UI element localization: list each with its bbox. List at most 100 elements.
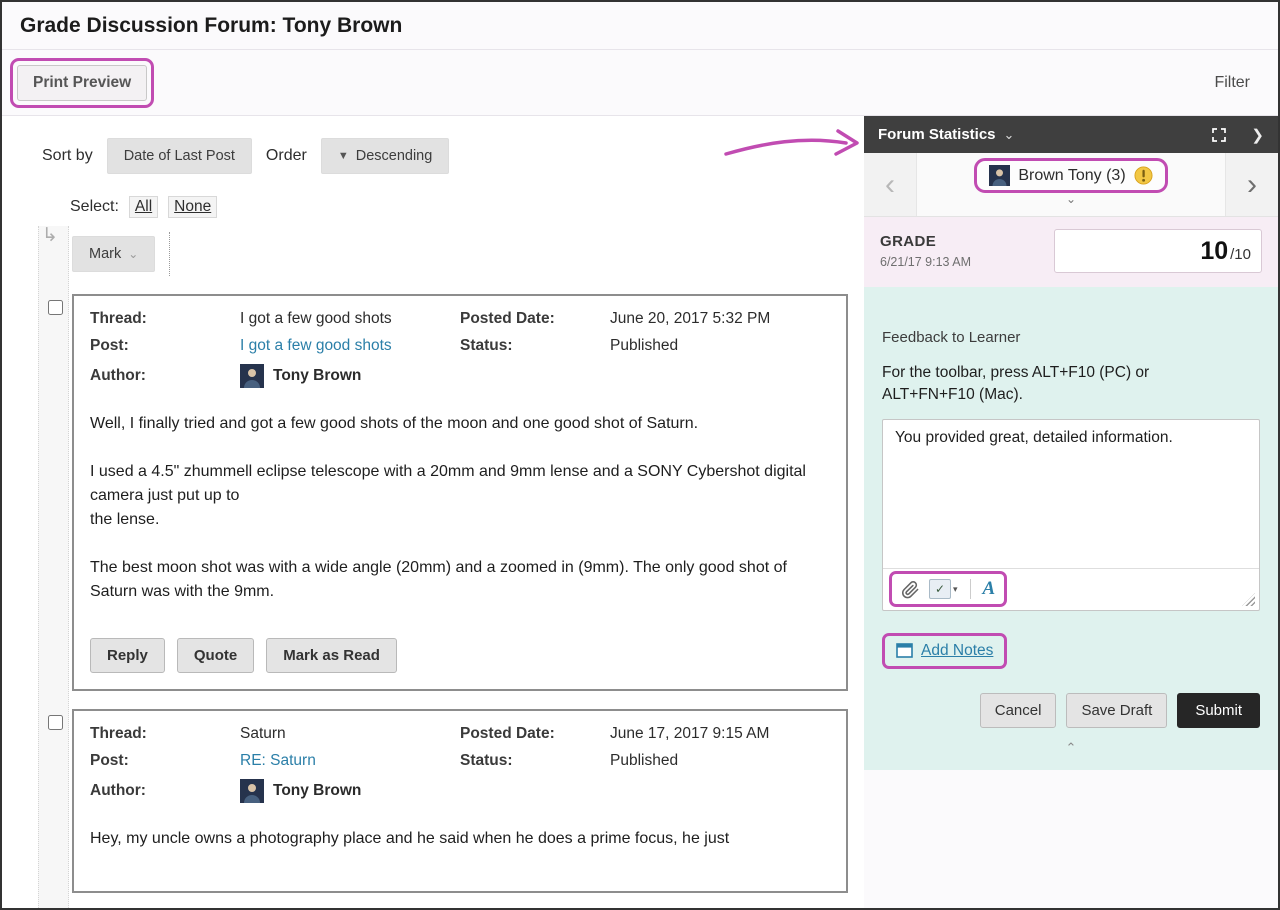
post-select-cell [38, 709, 72, 893]
editor-toolbar: ✓ ▾ A [883, 568, 1259, 610]
page-header: Grade Discussion Forum: Tony Brown [2, 2, 1278, 50]
order-label: Order [266, 147, 307, 165]
post-meta: Thread: I got a few good shots Posted Da… [90, 310, 830, 388]
post-title-link[interactable]: RE: Saturn [240, 752, 460, 770]
author-label: Author: [90, 782, 240, 800]
student-annotation: Brown Tony (3) [974, 158, 1167, 193]
select-all-link[interactable]: All [129, 196, 158, 218]
post-row: Thread: I got a few good shots Posted Da… [38, 294, 864, 691]
avatar [989, 165, 1010, 186]
filter-link[interactable]: Filter [1214, 74, 1250, 92]
post-card: Thread: I got a few good shots Posted Da… [72, 294, 848, 691]
main-content: Sort by Date of Last Post Order ▼ Descen… [2, 116, 1278, 908]
student-name[interactable]: Brown Tony (3) [1018, 167, 1125, 185]
feedback-editor-container: You provided great, detailed information… [882, 419, 1260, 611]
sort-bar: Sort by Date of Last Post Order ▼ Descen… [38, 138, 864, 174]
thread-value: I got a few good shots [240, 310, 460, 328]
sort-by-button[interactable]: Date of Last Post [107, 138, 252, 174]
student-dropdown-icon[interactable]: ⌄ [1066, 194, 1076, 204]
post-paragraph: The best moon shot was with a wide angle… [90, 556, 830, 604]
post-card: Thread: Saturn Posted Date: June 17, 201… [72, 709, 848, 893]
descending-caret-icon: ▼ [338, 150, 349, 162]
feedback-editor[interactable]: You provided great, detailed information… [883, 420, 1259, 568]
posted-date-label: Posted Date: [460, 725, 610, 743]
save-draft-button[interactable]: Save Draft [1066, 693, 1167, 728]
posted-date-value: June 17, 2017 9:15 AM [610, 725, 830, 743]
post-label: Post: [90, 337, 240, 355]
page: Grade Discussion Forum: Tony Brown Print… [0, 0, 1280, 910]
status-value: Published [610, 752, 830, 770]
select-label: Select: [70, 198, 119, 216]
post-meta: Thread: Saturn Posted Date: June 17, 201… [90, 725, 830, 803]
grade-max: /10 [1230, 246, 1251, 263]
reply-button[interactable]: Reply [90, 638, 165, 673]
post-row: Thread: Saturn Posted Date: June 17, 201… [38, 709, 864, 893]
grade-input[interactable]: 10 /10 [1054, 229, 1262, 273]
feedback-section: Feedback to Learner For the toolbar, pre… [864, 287, 1278, 770]
post-actions: Reply Quote Mark as Read [90, 638, 830, 673]
forum-content: Sort by Date of Last Post Order ▼ Descen… [2, 116, 864, 908]
action-bar: Print Preview Filter [2, 50, 1278, 116]
chevron-down-icon: ⌄ [128, 247, 138, 261]
feedback-label: Feedback to Learner [882, 329, 1260, 346]
chevron-down-icon[interactable]: ⌄ [1004, 127, 1015, 143]
add-notes-link[interactable]: Add Notes [921, 642, 993, 660]
needs-grading-icon [1134, 166, 1153, 185]
student-navigation: ‹ Brown Tony (3) [864, 153, 1278, 217]
mark-as-read-button[interactable]: Mark as Read [266, 638, 397, 673]
post-label: Post: [90, 752, 240, 770]
note-icon [896, 643, 913, 658]
grading-panel: Forum Statistics ⌄ ❯ ‹ Bro [864, 116, 1278, 908]
collapse-section-icon[interactable]: ⌃ [882, 740, 1260, 756]
post-paragraph: Hey, my uncle owns a photography place a… [90, 827, 830, 851]
text-style-icon[interactable]: A [983, 578, 996, 600]
mark-button[interactable]: Mark ⌄ [72, 236, 155, 272]
previous-student-icon[interactable]: ‹ [864, 153, 916, 216]
dotted-divider [169, 232, 170, 276]
grade-value: 10 [1200, 230, 1228, 272]
panel-title: Forum Statistics [878, 126, 996, 143]
post-title-link[interactable]: I got a few good shots [240, 337, 460, 355]
mark-row: ↳ Mark ⌄ [38, 232, 864, 276]
post-checkbox[interactable] [48, 300, 63, 315]
status-label: Status: [460, 752, 610, 770]
quote-button[interactable]: Quote [177, 638, 254, 673]
print-preview-button[interactable]: Print Preview [17, 65, 147, 101]
next-student-icon[interactable]: › [1226, 153, 1278, 216]
status-value: Published [610, 337, 830, 355]
post-checkbox[interactable] [48, 715, 63, 730]
print-preview-annotation: Print Preview [10, 58, 154, 108]
student-selector: Brown Tony (3) ⌄ [916, 153, 1226, 216]
post-body: Hey, my uncle owns a photography place a… [90, 827, 830, 851]
select-none-link[interactable]: None [168, 196, 217, 218]
thread-label: Thread: [90, 310, 240, 328]
grade-meta: GRADE 6/21/17 9:13 AM [880, 233, 1042, 269]
spellcheck-icon[interactable]: ✓ ▾ [929, 579, 958, 599]
resize-handle[interactable] [1242, 593, 1255, 606]
sort-by-label: Sort by [42, 147, 93, 165]
author-name: Tony Brown [273, 782, 361, 800]
post-select-cell [38, 294, 72, 691]
author-name: Tony Brown [273, 367, 361, 385]
avatar [240, 779, 264, 803]
author-label: Author: [90, 367, 240, 385]
mark-label: Mark [89, 246, 121, 262]
avatar [240, 364, 264, 388]
author-cell: Tony Brown [240, 364, 460, 388]
toolbar-divider [970, 579, 971, 599]
submit-button[interactable]: Submit [1177, 693, 1260, 728]
order-button[interactable]: ▼ Descending [321, 138, 449, 174]
post-paragraph: I used a 4.5" zhummell eclipse telescope… [90, 460, 830, 532]
collapse-panel-icon[interactable]: ❯ [1251, 126, 1264, 144]
sort-by-value: Date of Last Post [124, 148, 235, 164]
posted-date-value: June 20, 2017 5:32 PM [610, 310, 830, 328]
expand-icon[interactable] [1211, 127, 1227, 143]
reply-elbow-icon: ↳ [42, 224, 58, 247]
thread-value: Saturn [240, 725, 460, 743]
attach-icon[interactable] [901, 580, 920, 599]
cancel-button[interactable]: Cancel [980, 693, 1057, 728]
add-notes-row: Add Notes [882, 633, 1260, 669]
toolbar-annotation: ✓ ▾ A [889, 571, 1007, 607]
grade-label: GRADE [880, 233, 1042, 250]
dropdown-caret-icon: ▾ [953, 584, 958, 595]
